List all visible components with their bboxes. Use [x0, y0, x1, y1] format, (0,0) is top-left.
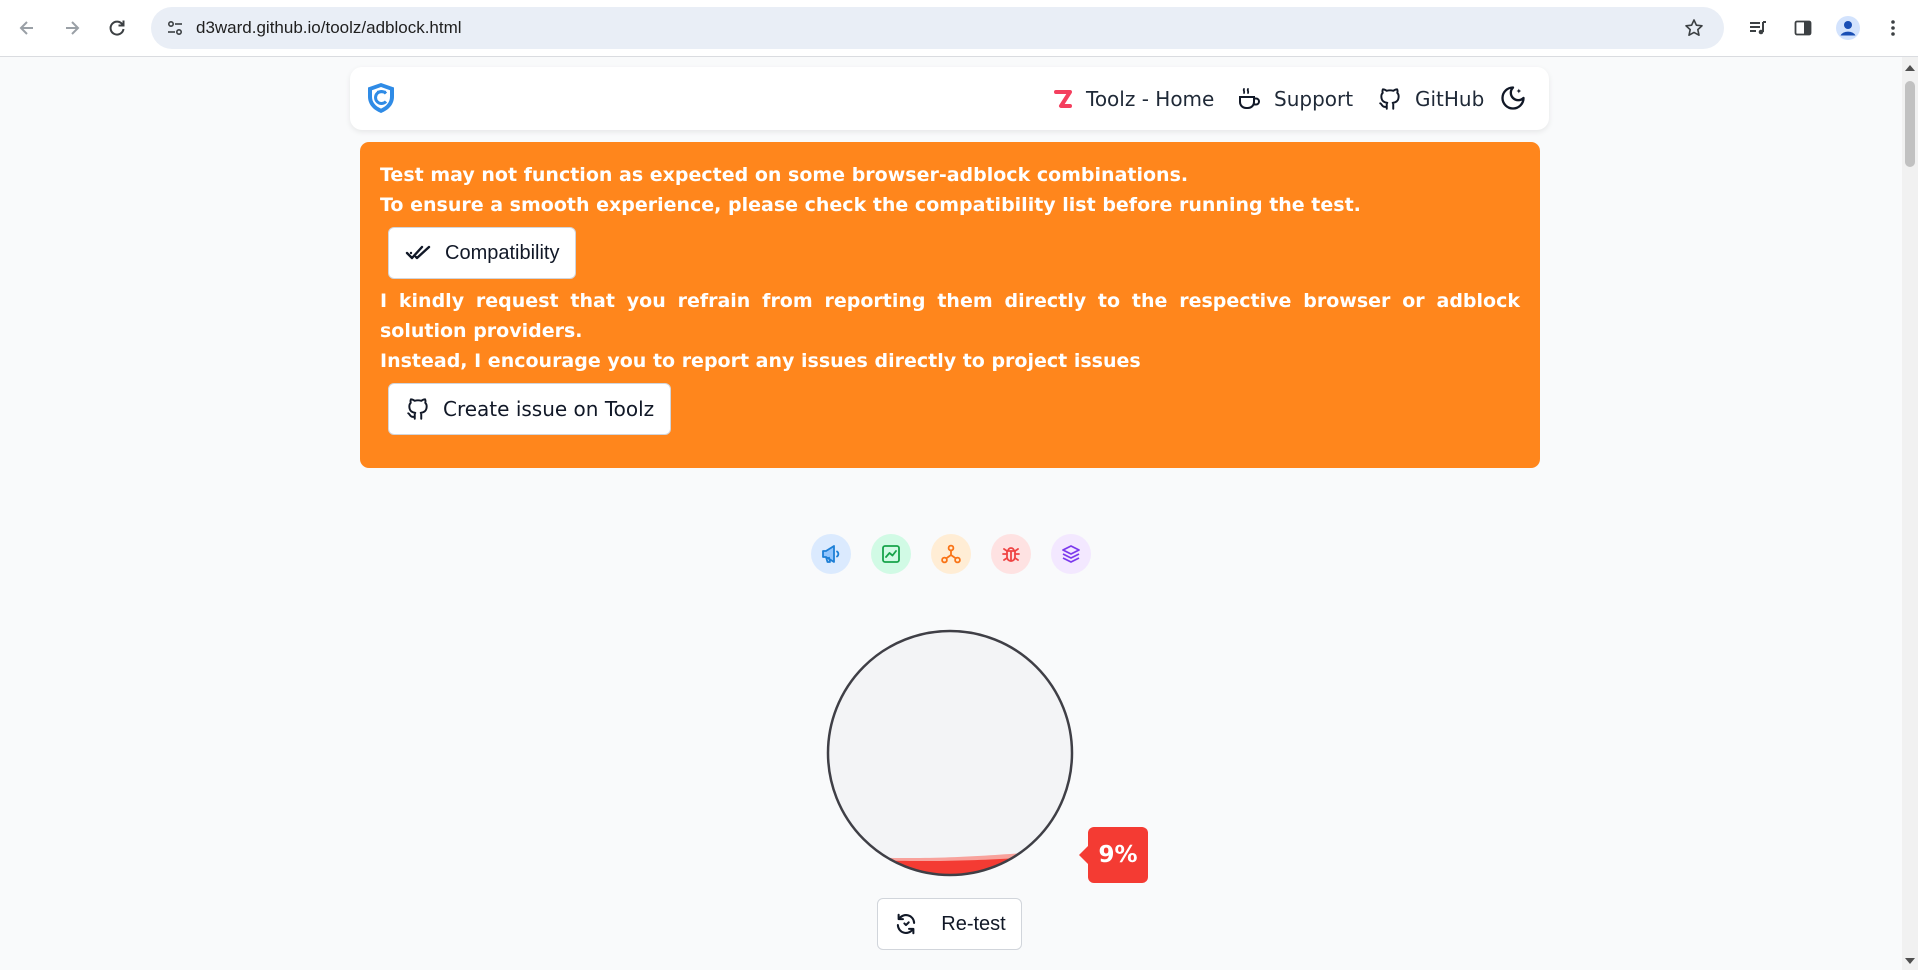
alert-line-3: I kindly request that you refrain from r… [380, 290, 1520, 342]
ads-megaphone-icon[interactable] [811, 534, 851, 574]
page-scrollbar[interactable] [1902, 57, 1918, 970]
scrollbar-thumb[interactable] [1905, 81, 1915, 167]
address-bar[interactable]: d3ward.github.io/toolz/adblock.html [151, 7, 1724, 49]
scroll-down-icon[interactable] [1905, 958, 1915, 964]
score-percent-label: 9% [1098, 842, 1138, 868]
site-navbar: Toolz - Home Support GitHub [350, 67, 1549, 130]
toolz-shield-logo-icon[interactable] [364, 81, 398, 115]
create-issue-button-label: Create issue on Toolz [443, 397, 655, 421]
back-arrow-icon [19, 21, 33, 35]
side-panel-icon[interactable] [1785, 10, 1821, 46]
compatibility-button-label: Compatibility [445, 242, 560, 264]
retest-button[interactable]: Re-test [877, 898, 1022, 950]
profile-avatar-icon[interactable] [1830, 10, 1866, 46]
compatibility-button[interactable]: Compatibility [388, 227, 577, 279]
error-monitoring-icon[interactable] [931, 534, 971, 574]
adblock-score-gauge [826, 629, 1074, 877]
bug-icon[interactable] [991, 534, 1031, 574]
nav-link-label: Support [1274, 87, 1354, 111]
analytics-chart-icon[interactable] [871, 534, 911, 574]
media-controls-icon[interactable] [1740, 10, 1776, 46]
nav-link-toolz-home[interactable]: Toolz - Home [1052, 80, 1214, 118]
github-icon [1379, 88, 1400, 110]
nav-link-label: Toolz - Home [1086, 87, 1215, 111]
site-info-icon[interactable] [159, 12, 191, 44]
compatibility-warning-alert: Test may not function as expected on som… [360, 142, 1540, 468]
alert-line-1: Test may not function as expected on som… [380, 164, 1189, 186]
github-icon [407, 398, 428, 420]
nav-link-label: GitHub [1415, 87, 1485, 111]
double-check-icon [405, 245, 431, 260]
browser-menu-icon[interactable] [1875, 10, 1911, 46]
forward-arrow-icon [66, 21, 80, 35]
scroll-up-icon[interactable] [1905, 65, 1915, 71]
layers-icon[interactable] [1051, 534, 1091, 574]
reload-button[interactable] [99, 10, 135, 46]
retest-button-label: Re-test [941, 912, 1006, 935]
url-text[interactable]: d3ward.github.io/toolz/adblock.html [196, 7, 462, 49]
coffee-cup-icon [1239, 88, 1260, 109]
moon-icon [1501, 86, 1525, 110]
create-issue-button[interactable]: Create issue on Toolz [388, 383, 672, 435]
test-category-icons [811, 534, 1091, 574]
alert-line-4: Instead, I encourage you to report any i… [380, 350, 1141, 372]
score-percent-badge: 9% [1079, 827, 1148, 883]
nav-link-support[interactable]: Support [1236, 80, 1353, 118]
refresh-icon [897, 913, 916, 935]
theme-toggle-button[interactable] [1497, 82, 1529, 114]
reload-icon [109, 20, 125, 36]
back-button[interactable] [9, 10, 45, 46]
toolz-z-icon [1054, 90, 1072, 108]
alert-line-2: To ensure a smooth experience, please ch… [380, 194, 1361, 216]
bookmark-star-icon[interactable] [1678, 12, 1710, 44]
page-viewport: Toolz - Home Support GitHub Test may not… [0, 57, 1902, 970]
forward-button[interactable] [54, 10, 90, 46]
browser-toolbar: d3ward.github.io/toolz/adblock.html [0, 0, 1918, 57]
nav-link-github[interactable]: GitHub [1377, 80, 1484, 118]
